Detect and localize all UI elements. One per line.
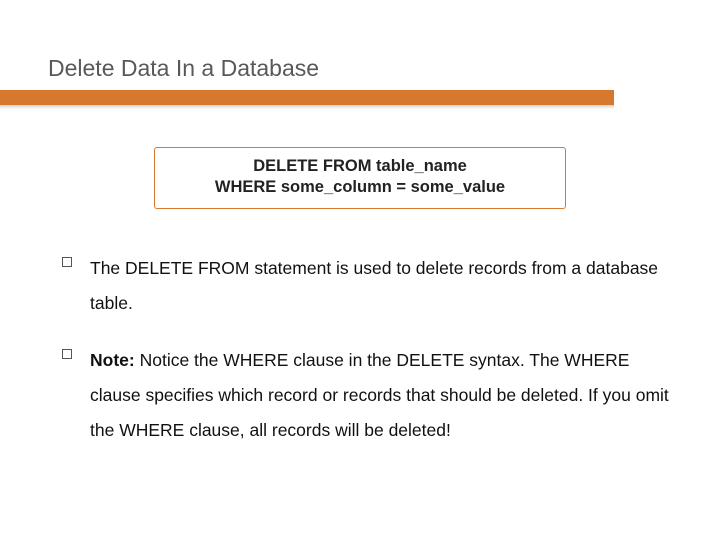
square-bullet-icon — [62, 257, 72, 267]
slide-title: Delete Data In a Database — [48, 55, 670, 82]
slide: Delete Data In a Database DELETE FROM ta… — [0, 0, 720, 540]
list-item: The DELETE FROM statement is used to del… — [62, 251, 670, 321]
bullet-list: The DELETE FROM statement is used to del… — [50, 251, 670, 448]
note-body: Notice the WHERE clause in the DELETE sy… — [90, 350, 669, 440]
syntax-line-1: DELETE FROM table_name — [167, 156, 553, 177]
title-underline — [0, 90, 614, 109]
list-item: Note: Notice the WHERE clause in the DEL… — [62, 343, 670, 448]
bullet-text: Note: Notice the WHERE clause in the DEL… — [90, 343, 670, 448]
square-bullet-icon — [62, 349, 72, 359]
bullet-text: The DELETE FROM statement is used to del… — [90, 251, 670, 321]
syntax-box: DELETE FROM table_name WHERE some_column… — [154, 147, 566, 209]
note-label: Note: — [90, 350, 135, 370]
orange-bar — [0, 90, 614, 105]
syntax-line-2: WHERE some_column = some_value — [167, 177, 553, 198]
bar-shadow — [0, 105, 614, 109]
